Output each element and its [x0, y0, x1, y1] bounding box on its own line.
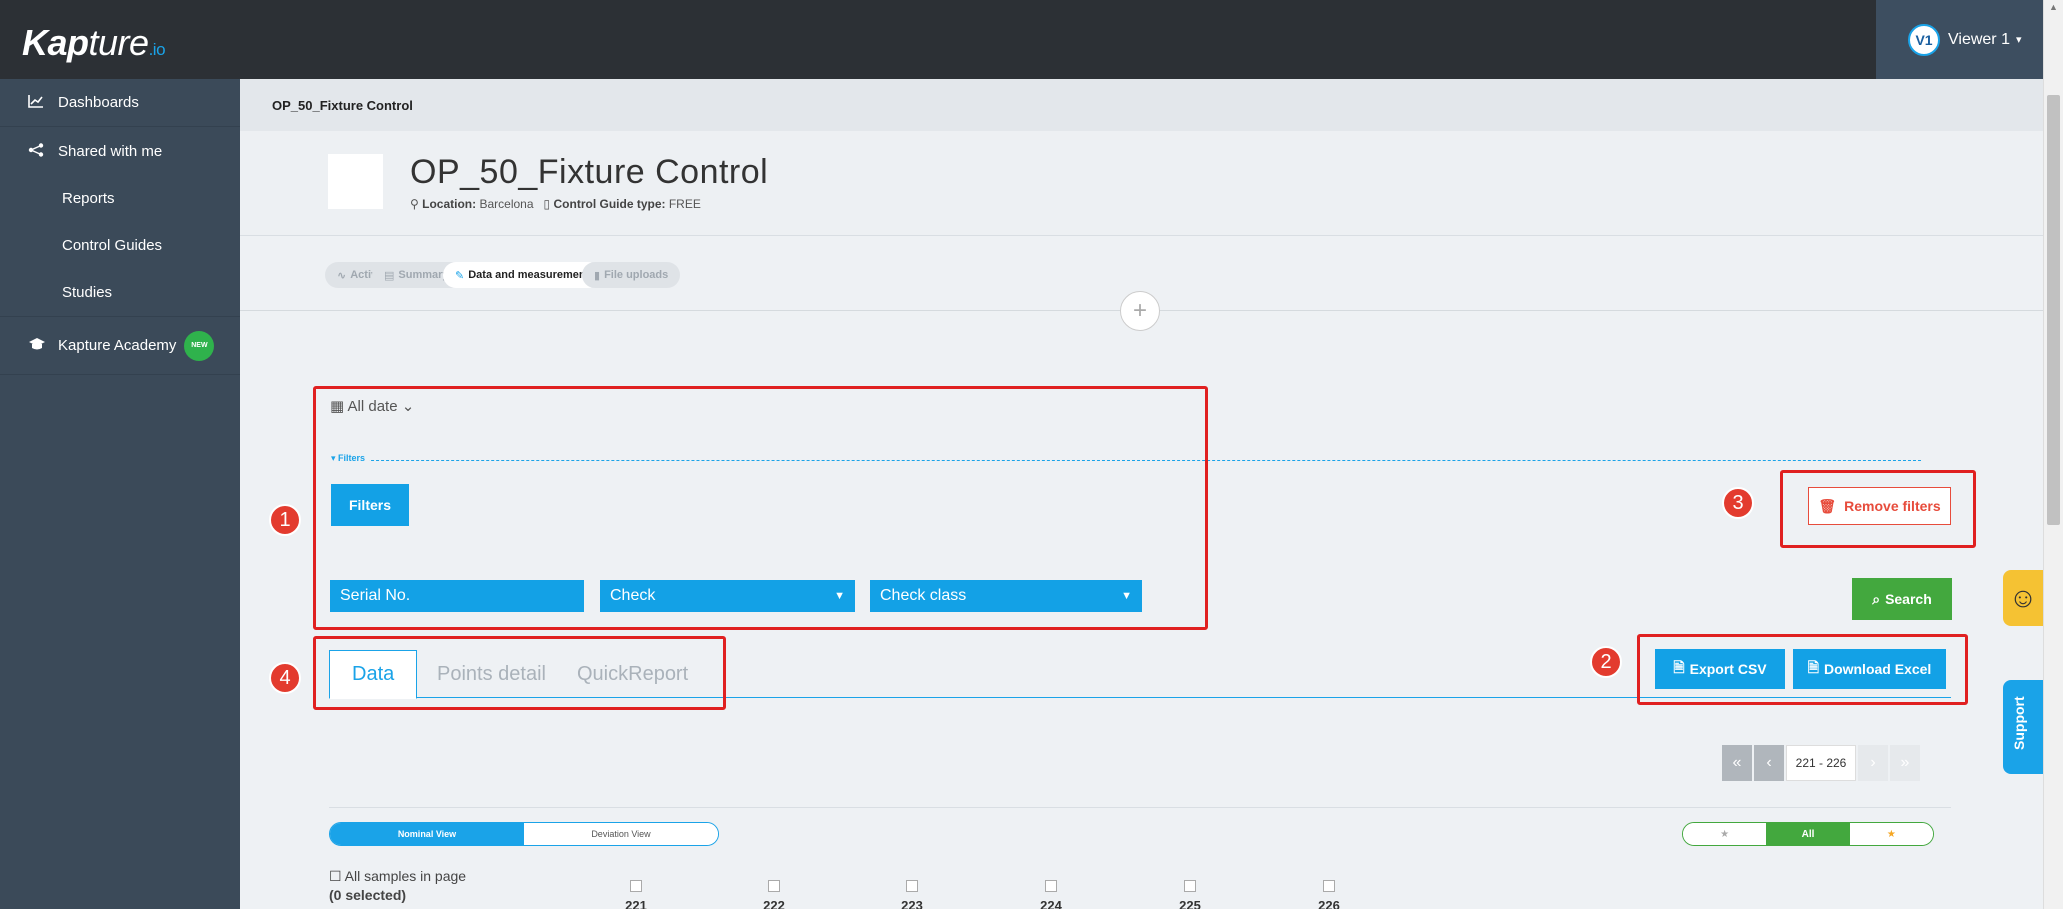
sample-column[interactable]: 225: [1170, 880, 1210, 909]
sidebar-item-label: Kapture Academy: [58, 337, 177, 354]
sidebar-item-label: Control Guides: [62, 237, 163, 254]
annotation-box-remove-filters: [1780, 470, 1976, 548]
all-samples-checkbox[interactable]: ☐ All samples in page (0 selected): [329, 868, 466, 903]
sample-column[interactable]: 226: [1309, 880, 1349, 909]
chart-line-icon: [28, 94, 46, 111]
guide-image: [328, 154, 383, 209]
user-name: Viewer 1: [1948, 30, 2010, 48]
sample-column[interactable]: 221: [616, 880, 656, 909]
nominal-view-button[interactable]: Nominal View: [330, 823, 524, 845]
annotation-marker-2: 2: [1590, 646, 1622, 678]
scrollbar-thumb[interactable]: [2047, 95, 2060, 525]
search-button[interactable]: ⌕ Search: [1852, 578, 1952, 620]
all-button[interactable]: All: [1766, 823, 1850, 845]
page-title: OP_50_Fixture Control: [410, 153, 769, 191]
guide-type-value: FREE: [668, 197, 701, 211]
sample-checkbox[interactable]: [1323, 880, 1335, 892]
sidebar: Dashboards Shared with me Reports Contro…: [0, 79, 240, 909]
location-pin-icon: ⚲: [410, 197, 419, 211]
sidebar-item-control-guides[interactable]: Control Guides: [0, 222, 240, 269]
vertical-scrollbar[interactable]: ▲: [2043, 0, 2063, 909]
document-icon: ▤: [384, 269, 395, 282]
avatar: V1: [1908, 23, 1940, 56]
star-on-button[interactable]: ★: [1849, 823, 1933, 845]
annotation-box-tabs: [313, 636, 726, 710]
page-meta: ⚲ Location: Barcelona ▯ Control Guide ty…: [410, 197, 701, 211]
sidebar-item-label: Dashboards: [58, 94, 139, 111]
star-filter-toggle: ★ All ★: [1682, 822, 1934, 846]
annotation-marker-4: 4: [269, 662, 301, 694]
scroll-up-arrow-icon[interactable]: ▲: [2049, 2, 2058, 12]
divider: [329, 807, 1951, 808]
annotation-marker-1: 1: [269, 504, 301, 536]
sample-column[interactable]: 223: [892, 880, 932, 909]
last-page-button[interactable]: »: [1890, 745, 1920, 781]
activity-icon: ∿: [337, 269, 347, 282]
file-icon: ▮: [594, 269, 601, 282]
selected-count: (0 selected): [329, 887, 407, 903]
sample-checkbox[interactable]: [1045, 880, 1057, 892]
sidebar-item-academy[interactable]: Kapture Academy NEW: [0, 317, 240, 375]
pagination: « ‹ 221 - 226 › »: [1722, 745, 1922, 781]
sample-checkbox[interactable]: [630, 880, 642, 892]
sample-checkbox[interactable]: [1184, 880, 1196, 892]
feedback-smiley-icon[interactable]: ☺: [2003, 570, 2043, 626]
page-range: 221 - 226: [1786, 745, 1856, 781]
user-menu[interactable]: V1 Viewer 1 ▾: [1876, 0, 2043, 79]
sample-column[interactable]: 224: [1031, 880, 1071, 909]
guide-type-label: Control Guide type:: [553, 197, 666, 211]
graduation-cap-icon: [28, 337, 46, 354]
annotation-marker-3: 3: [1722, 487, 1754, 519]
add-icon[interactable]: +: [1120, 291, 1160, 331]
deviation-view-button[interactable]: Deviation View: [524, 823, 718, 845]
sample-checkbox[interactable]: [906, 880, 918, 892]
tab-file-uploads[interactable]: ▮ File uploads: [582, 262, 681, 288]
star-off-button[interactable]: ★: [1683, 823, 1767, 845]
app-logo[interactable]: Kapture.io: [22, 22, 166, 64]
sample-column[interactable]: 222: [754, 880, 794, 909]
location-value: Barcelona: [479, 197, 534, 211]
view-toggle: Nominal View Deviation View: [329, 822, 719, 846]
first-page-button[interactable]: «: [1722, 745, 1752, 781]
top-bar: Kapture.io V1 Viewer 1 ▾: [0, 0, 2063, 79]
share-icon: [28, 142, 46, 160]
new-badge: NEW: [184, 330, 215, 361]
chevron-down-icon: ▾: [2015, 34, 2022, 46]
tab-data-measurement[interactable]: ✎ Data and measurement: [443, 262, 602, 288]
sidebar-item-label: Shared with me: [58, 142, 163, 160]
sample-checkbox[interactable]: [768, 880, 780, 892]
annotation-box-filters: [313, 386, 1208, 630]
support-tab[interactable]: Support: [2003, 680, 2043, 774]
breadcrumb: OP_50_Fixture Control: [240, 79, 2043, 131]
prev-page-button[interactable]: ‹: [1754, 745, 1784, 781]
sidebar-item-dashboards[interactable]: Dashboards: [0, 79, 240, 127]
sidebar-item-shared[interactable]: Shared with me: [0, 127, 240, 175]
sidebar-item-studies[interactable]: Studies: [0, 269, 240, 316]
sidebar-item-reports[interactable]: Reports: [0, 175, 240, 222]
sidebar-item-label: Reports: [62, 190, 115, 207]
sidebar-item-label: Studies: [62, 284, 113, 301]
search-icon: ⌕: [1872, 590, 1881, 607]
pencil-icon: ✎: [455, 269, 465, 282]
page-header: OP_50_Fixture Control ⚲ Location: Barcel…: [240, 131, 2043, 236]
location-label: Location:: [422, 197, 477, 211]
book-icon: ▯: [543, 197, 551, 211]
annotation-box-export: [1637, 634, 1968, 705]
next-page-button[interactable]: ›: [1858, 745, 1888, 781]
